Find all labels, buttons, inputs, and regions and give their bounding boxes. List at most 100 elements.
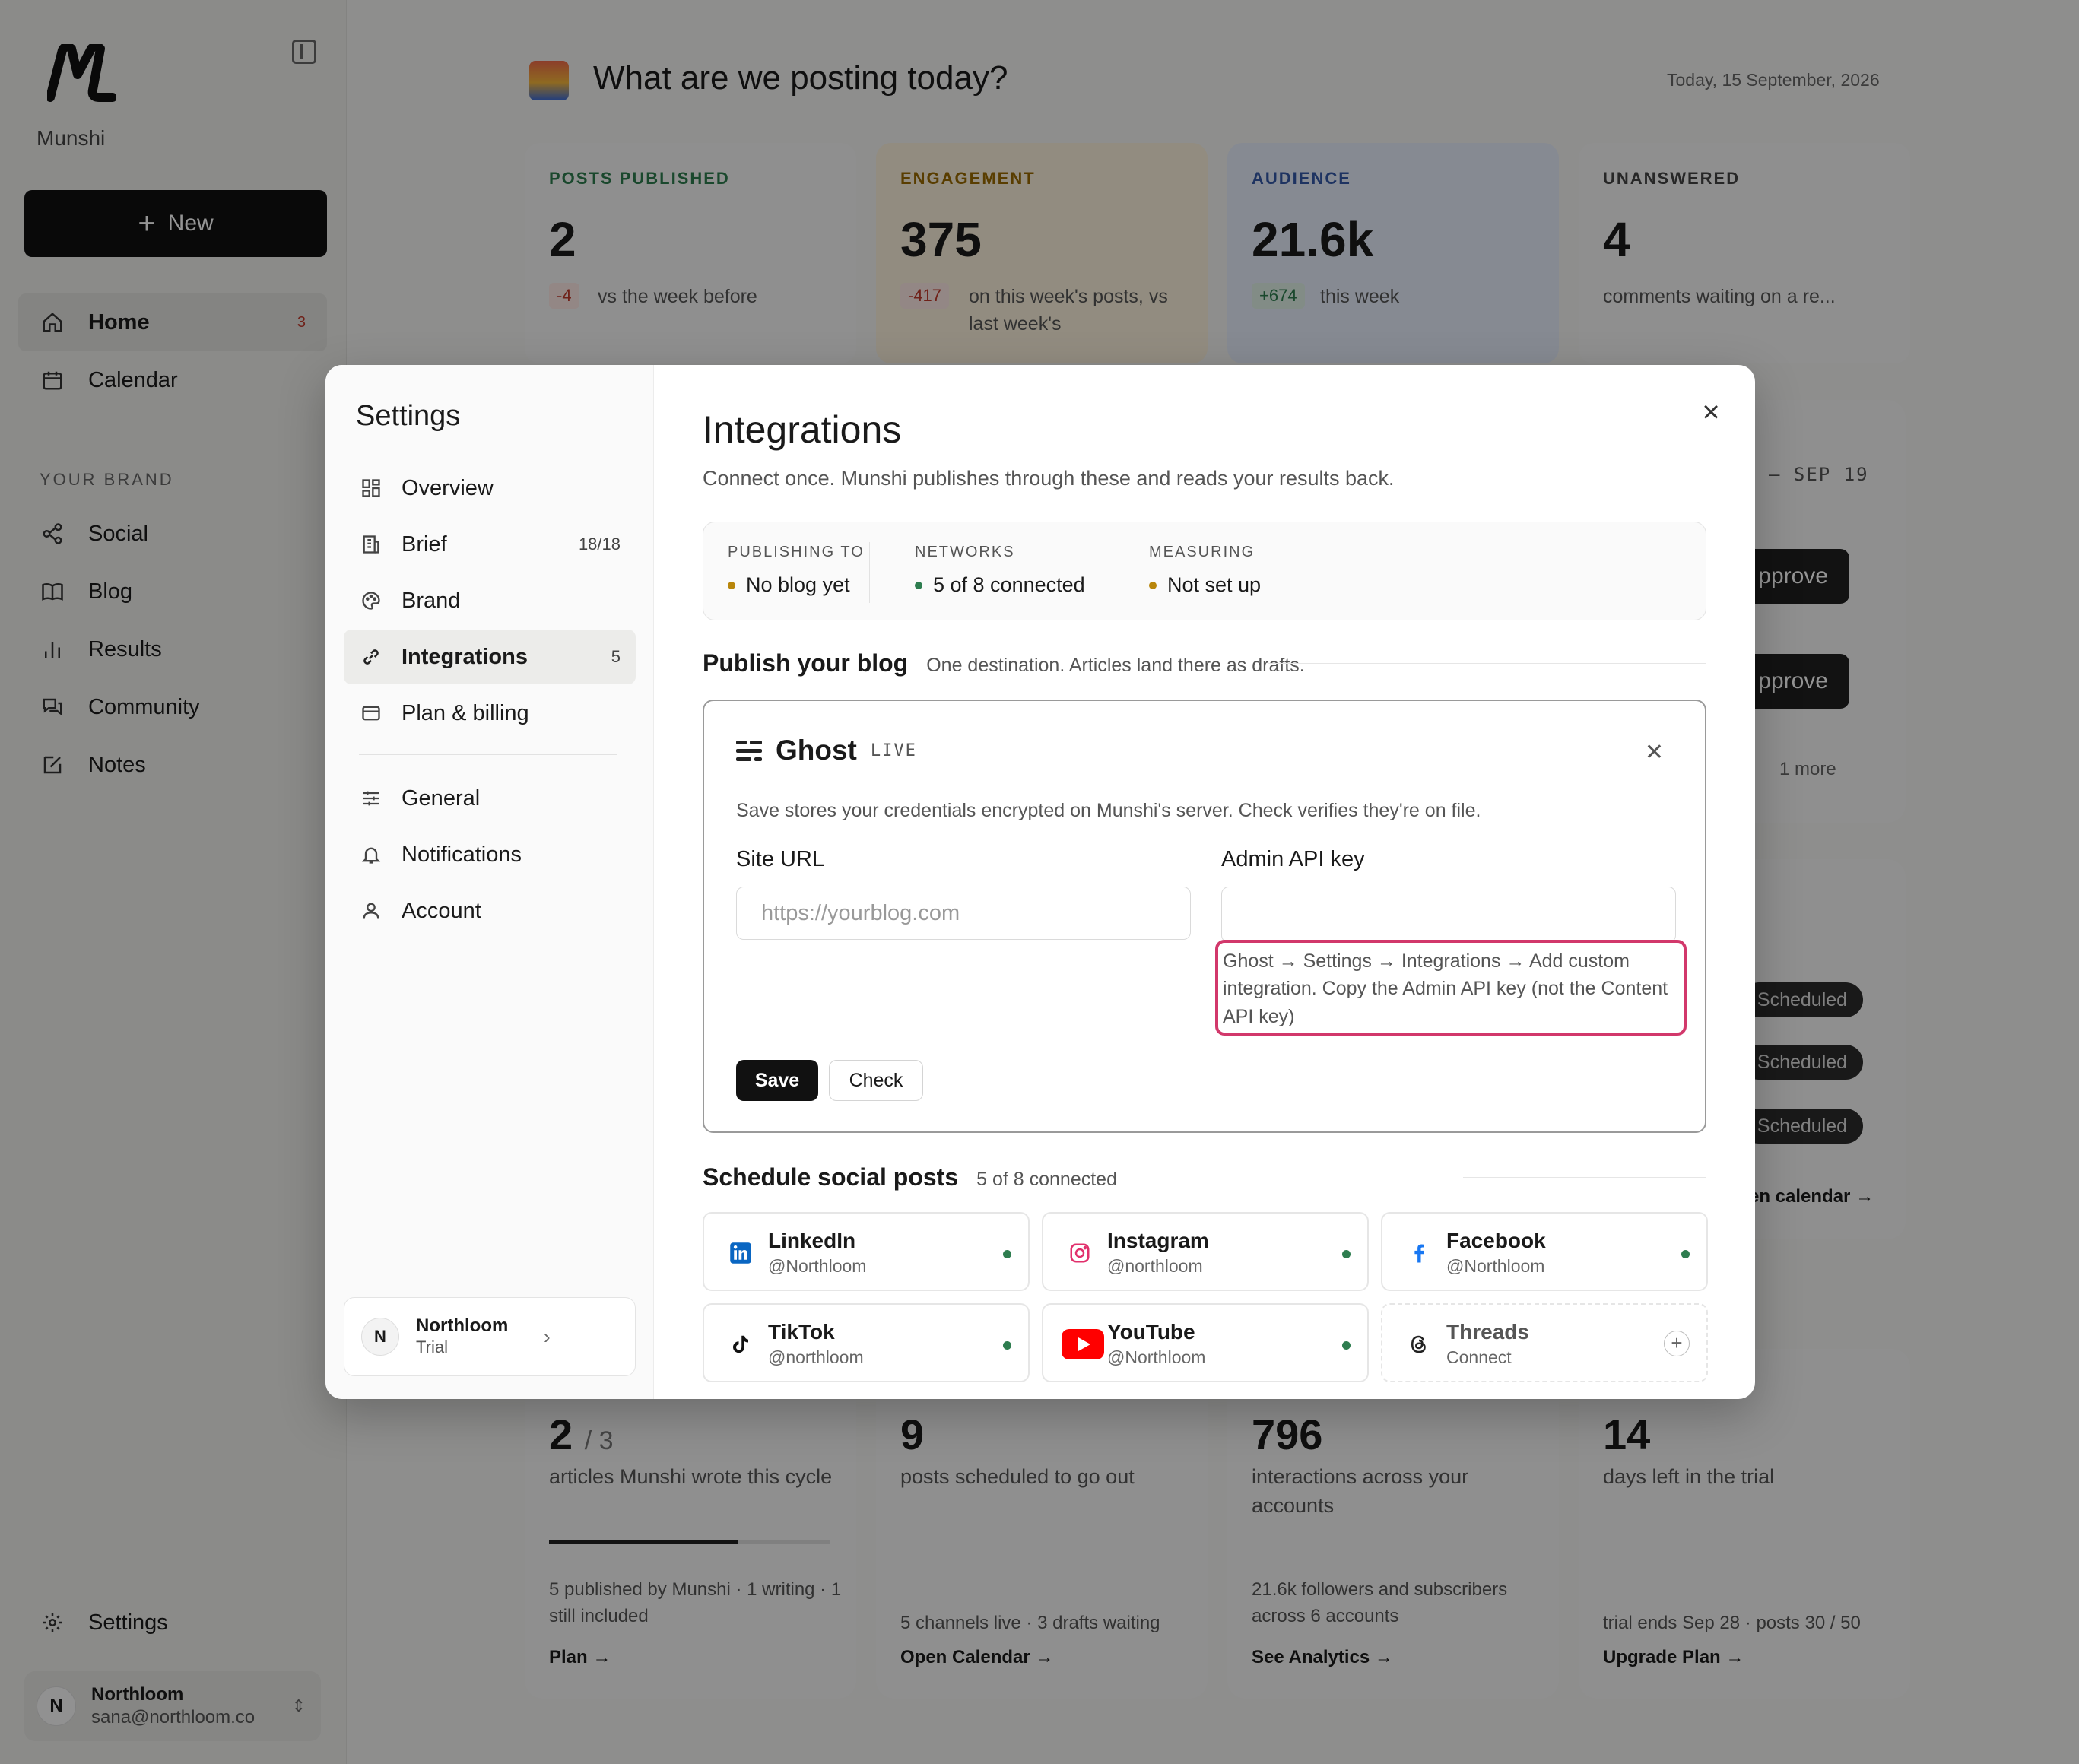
ghost-logo-icon	[736, 739, 762, 762]
user-icon	[359, 899, 383, 923]
network-handle: Connect	[1446, 1347, 1512, 1367]
blog-section-header: Publish your blog One destination. Artic…	[703, 649, 1305, 677]
network-name: Facebook	[1446, 1229, 1546, 1252]
admin-api-key-hint: Ghost → Settings → Integrations → Add cu…	[1215, 940, 1687, 1036]
status-value: 5 of 8 connected	[933, 573, 1085, 596]
section-subtitle: One destination. Articles land there as …	[926, 655, 1305, 676]
status-publishing: PUBLISHING TO No blog yet	[728, 544, 865, 597]
integrations-subtitle: Connect once. Munshi publishes through t…	[703, 467, 1395, 490]
connect-plus-icon[interactable]: +	[1664, 1331, 1690, 1356]
connected-dot	[1342, 1341, 1351, 1350]
status-key: PUBLISHING TO	[728, 544, 865, 560]
network-handle: @northloom	[768, 1347, 864, 1367]
network-card-tiktok[interactable]: TikTok @northloom	[703, 1303, 1030, 1382]
network-handle: @Northloom	[768, 1256, 867, 1276]
link-icon	[359, 645, 383, 669]
grid-icon	[359, 476, 383, 500]
ghost-name: Ghost	[776, 734, 857, 766]
settings-nav-label: General	[402, 785, 481, 811]
settings-nav-divider	[359, 754, 617, 755]
admin-api-key-input[interactable]	[1221, 887, 1676, 943]
network-name: Threads	[1446, 1320, 1529, 1344]
org-plan: Trial	[416, 1337, 448, 1357]
check-button[interactable]: Check	[829, 1060, 923, 1101]
settings-nav-overview[interactable]: Overview	[344, 461, 636, 516]
settings-modal: Settings Overview Brief 18/18 Brand Inte…	[325, 365, 1755, 1399]
org-name: Northloom	[416, 1315, 509, 1337]
settings-nav-label: Brief	[402, 531, 447, 557]
section-subtitle: 5 of 8 connected	[976, 1169, 1117, 1190]
avatar: N	[361, 1318, 399, 1356]
linkedin-icon	[725, 1238, 756, 1268]
save-button[interactable]: Save	[736, 1060, 818, 1101]
admin-api-key-label: Admin API key	[1221, 847, 1365, 871]
site-url-label: Site URL	[736, 847, 825, 871]
integrations-title: Integrations	[703, 408, 902, 451]
connected-dot	[1681, 1250, 1690, 1258]
status-value: No blog yet	[746, 573, 850, 596]
site-url-input[interactable]	[736, 887, 1191, 940]
settings-nav-label: Plan & billing	[402, 700, 529, 725]
network-name: YouTube	[1107, 1320, 1195, 1344]
settings-nav-label: Integrations	[402, 644, 528, 669]
bell-icon	[359, 842, 383, 867]
close-modal-button[interactable]: ×	[1697, 395, 1725, 429]
connected-dot	[1342, 1250, 1351, 1258]
status-key: NETWORKS	[915, 544, 1015, 560]
settings-sidebar: Settings Overview Brief 18/18 Brand Inte…	[325, 365, 654, 1399]
close-icon: ×	[1702, 395, 1720, 429]
section-divider	[1268, 663, 1706, 664]
network-handle: @Northloom	[1107, 1347, 1206, 1367]
network-name: Instagram	[1107, 1229, 1209, 1252]
close-icon: ✕	[1644, 740, 1664, 765]
palette-icon	[359, 589, 383, 613]
settings-nav-notifications[interactable]: Notifications	[344, 827, 636, 882]
connected-dot	[1003, 1250, 1011, 1258]
org-switcher[interactable]: N Northloom Trial ›	[344, 1297, 636, 1376]
tiktok-icon	[725, 1329, 756, 1359]
network-card-instagram[interactable]: Instagram @northloom	[1042, 1212, 1369, 1291]
chevron-right-icon: ›	[544, 1325, 551, 1348]
social-section-header: Schedule social posts 5 of 8 connected	[703, 1163, 1117, 1191]
status-measuring: MEASURING Not set up	[1149, 544, 1261, 597]
settings-nav-label: Brand	[402, 588, 461, 613]
brief-count: 18/18	[578, 535, 621, 554]
network-card-threads[interactable]: Threads Connect +	[1381, 1303, 1708, 1382]
network-handle: @northloom	[1107, 1256, 1203, 1276]
network-handle: @Northloom	[1446, 1256, 1545, 1276]
status-key: MEASURING	[1149, 544, 1255, 560]
threads-icon	[1404, 1329, 1434, 1359]
network-card-facebook[interactable]: Facebook @Northloom	[1381, 1212, 1708, 1291]
ghost-integration-card: Ghost LIVE ✕ Save stores your credential…	[703, 700, 1706, 1133]
status-divider	[869, 542, 870, 603]
instagram-icon	[1065, 1238, 1095, 1268]
integrations-count: 5	[611, 647, 621, 666]
building-icon	[359, 532, 383, 557]
settings-nav-label: Notifications	[402, 842, 522, 867]
section-divider	[1463, 1177, 1706, 1178]
settings-nav-label: Overview	[402, 475, 494, 500]
youtube-icon	[1062, 1329, 1104, 1359]
settings-nav-brand[interactable]: Brand	[344, 573, 636, 628]
settings-title: Settings	[356, 400, 461, 432]
credit-card-icon	[359, 701, 383, 725]
network-name: TikTok	[768, 1320, 835, 1344]
settings-nav-account[interactable]: Account	[344, 884, 636, 938]
live-tag: LIVE	[870, 741, 917, 760]
settings-nav-general[interactable]: General	[344, 771, 636, 826]
settings-nav-brief[interactable]: Brief 18/18	[344, 517, 636, 572]
network-card-linkedin[interactable]: LinkedIn @Northloom	[703, 1212, 1030, 1291]
settings-nav-integrations[interactable]: Integrations 5	[344, 630, 636, 684]
network-name: LinkedIn	[768, 1229, 856, 1252]
facebook-icon	[1404, 1238, 1434, 1268]
integrations-panel: × Integrations Connect once. Munshi publ…	[654, 365, 1755, 1399]
sliders-icon	[359, 786, 383, 811]
integration-status-strip: PUBLISHING TO No blog yet NETWORKS 5 of …	[703, 522, 1706, 620]
settings-nav-plan-billing[interactable]: Plan & billing	[344, 686, 636, 741]
status-dot	[728, 581, 735, 589]
status-networks: NETWORKS 5 of 8 connected	[915, 544, 1085, 597]
status-value: Not set up	[1167, 573, 1262, 596]
settings-nav-label: Account	[402, 898, 481, 923]
network-card-youtube[interactable]: YouTube @Northloom	[1042, 1303, 1369, 1382]
remove-ghost-button[interactable]: ✕	[1645, 739, 1664, 766]
